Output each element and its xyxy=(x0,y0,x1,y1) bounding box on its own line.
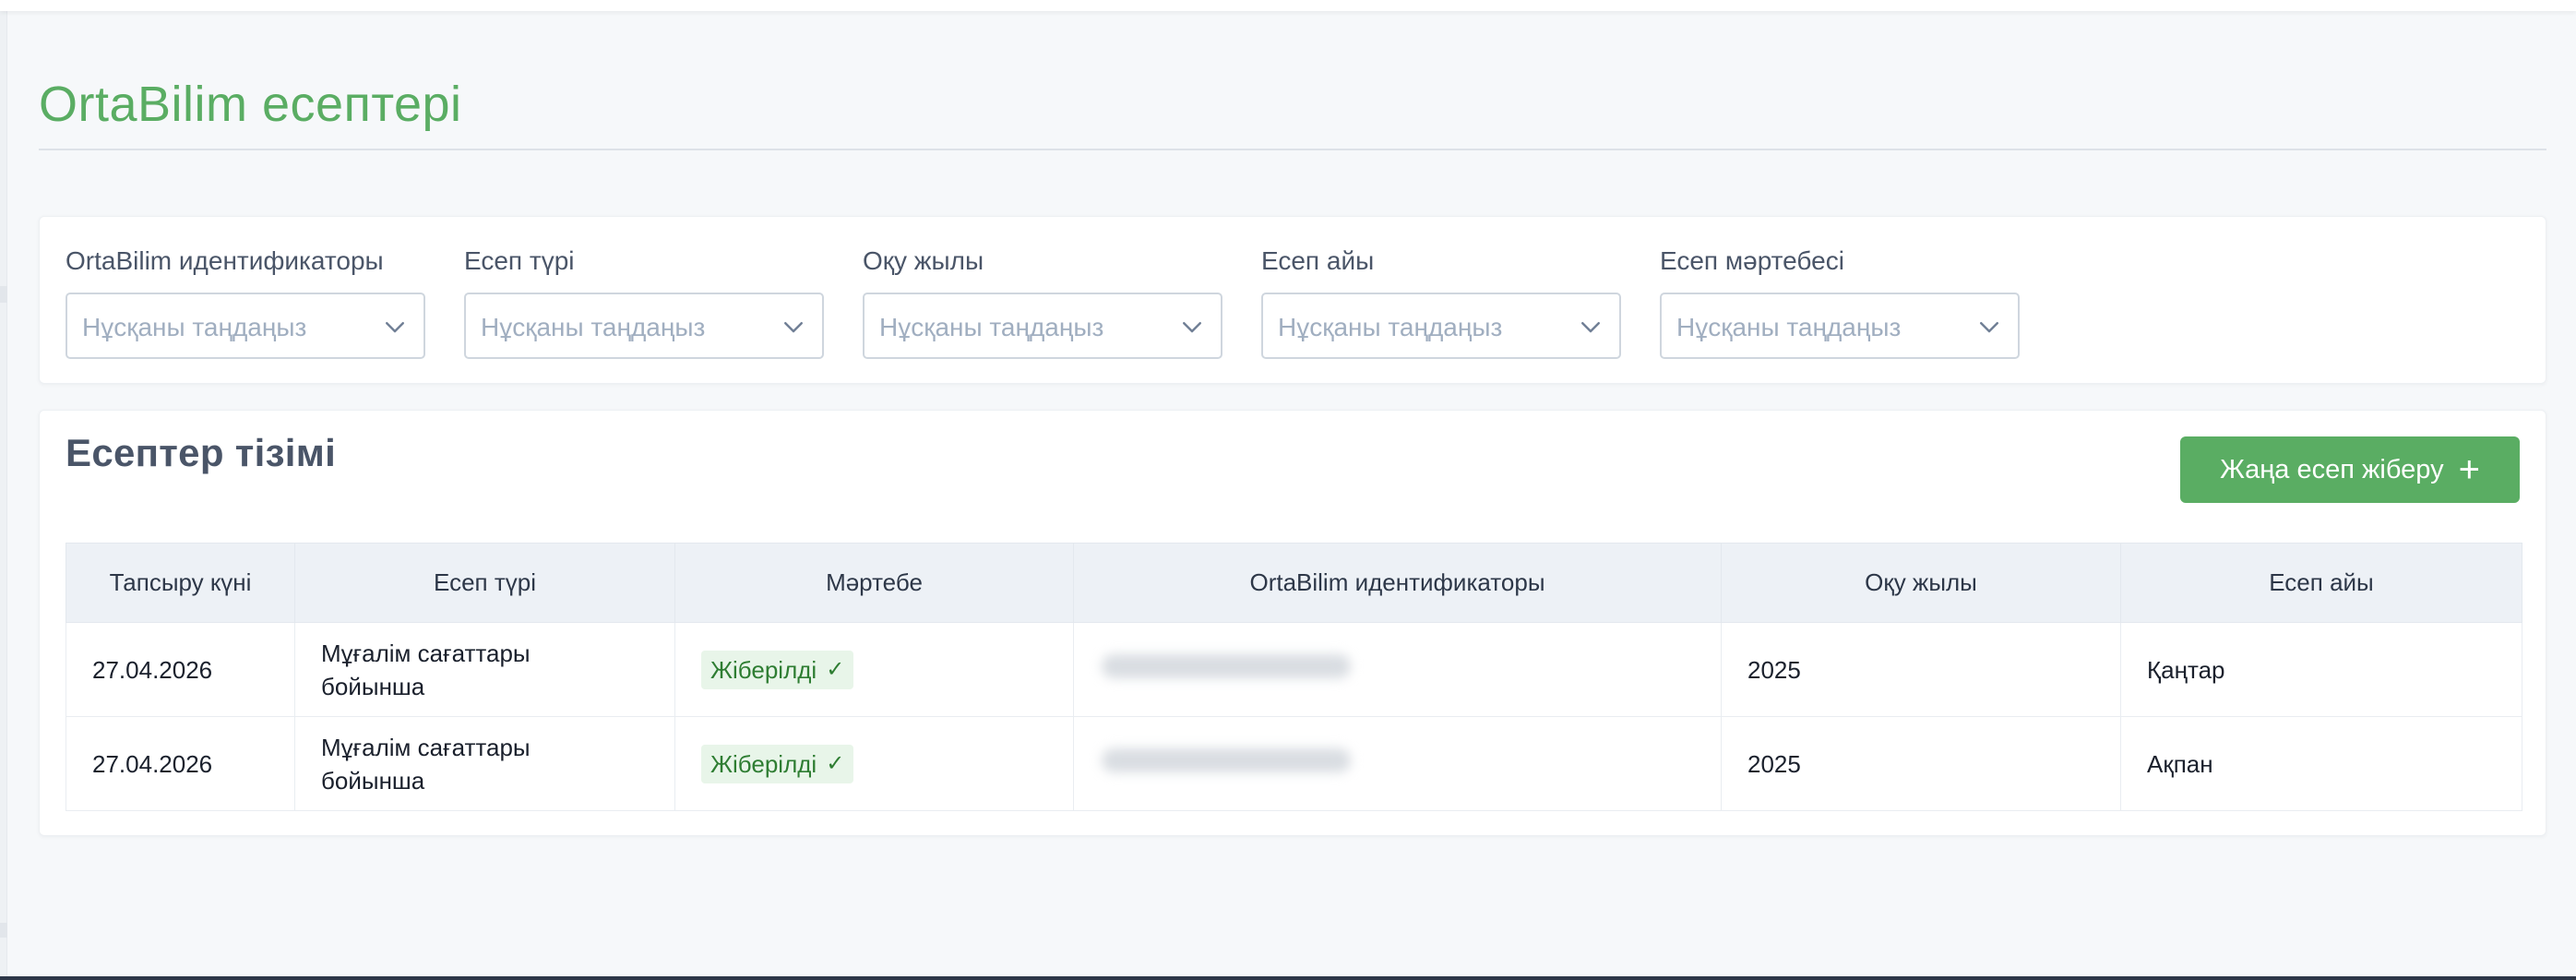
report-month-select[interactable]: Нұсқаны таңдаңыз xyxy=(1261,293,1621,359)
bottom-border xyxy=(0,976,2576,980)
redacted-id xyxy=(1102,747,1351,772)
select-placeholder: Нұсқаны таңдаңыз xyxy=(481,313,706,341)
table-header-row: Тапсыру күні Есеп түрі Мәртебе OrtaBilim… xyxy=(66,543,2522,623)
cell-year: 2025 xyxy=(1721,716,2121,811)
status-badge: Жіберілді ✓ xyxy=(701,744,854,783)
title-divider xyxy=(39,149,2546,150)
filter-label: Оқу жылы xyxy=(863,246,984,275)
chevron-down-icon xyxy=(1183,322,1201,333)
filter-label: Есеп айы xyxy=(1261,246,1375,275)
academic-year-select[interactable]: Нұсқаны таңдаңыз xyxy=(863,293,1222,359)
new-report-button[interactable]: Жаңа есеп жіберу + xyxy=(2180,436,2520,503)
reports-list-title: Есептер тізімі xyxy=(66,431,337,474)
chevron-down-icon xyxy=(386,322,404,333)
cell-month: Қаңтар xyxy=(2120,622,2522,717)
column-header-ortabilim-id[interactable]: OrtaBilim идентификаторы xyxy=(1073,543,1722,623)
left-edge xyxy=(0,0,7,980)
filter-label: Есеп мәртебесі xyxy=(1660,246,1844,275)
filter-label: Есеп түрі xyxy=(464,246,575,275)
cell-ortabilim-id xyxy=(1073,716,1722,811)
chevron-down-icon xyxy=(1980,322,1998,333)
column-header-type[interactable]: Есеп түрі xyxy=(294,543,675,623)
reports-panel: Есептер тізімі Жаңа есеп жіберу + Тапсыр… xyxy=(39,410,2546,836)
cell-date: 27.04.2026 xyxy=(66,716,295,811)
select-placeholder: Нұсқаны таңдаңыз xyxy=(1676,313,1902,341)
edge-mark xyxy=(0,286,7,303)
status-text: Жіберілді xyxy=(710,655,817,684)
column-header-date[interactable]: Тапсыру күні xyxy=(66,543,295,623)
filter-label: OrtaBilim идентификаторы xyxy=(66,246,384,275)
page-title: OrtaBilim есептері xyxy=(39,77,462,132)
status-text: Жіберілді xyxy=(710,749,817,778)
select-placeholder: Нұсқаны таңдаңыз xyxy=(82,313,307,341)
top-bar xyxy=(0,0,2576,11)
cell-month: Ақпан xyxy=(2120,716,2522,811)
cell-type: Мұғалім сағаттары бойынша xyxy=(294,622,675,717)
new-report-button-label: Жаңа есеп жіберу xyxy=(2220,454,2444,484)
filters-panel: OrtaBilim идентификаторы Нұсқаны таңдаңы… xyxy=(39,216,2546,384)
chevron-down-icon xyxy=(1581,322,1600,333)
cell-type: Мұғалім сағаттары бойынша xyxy=(294,716,675,811)
report-status-select[interactable]: Нұсқаны таңдаңыз xyxy=(1660,293,2020,359)
check-icon: ✓ xyxy=(826,750,845,776)
check-icon: ✓ xyxy=(826,656,845,682)
cell-status: Жіберілді ✓ xyxy=(674,622,1074,717)
select-placeholder: Нұсқаны таңдаңыз xyxy=(1278,313,1503,341)
filter-report-type: Есеп түрі Нұсқаны таңдаңыз xyxy=(464,245,824,359)
column-header-month[interactable]: Есеп айы xyxy=(2120,543,2522,623)
edge-mark xyxy=(0,923,7,938)
column-header-year[interactable]: Оқу жылы xyxy=(1721,543,2121,623)
plus-icon: + xyxy=(2458,449,2480,490)
report-type-select[interactable]: Нұсқаны таңдаңыз xyxy=(464,293,824,359)
select-placeholder: Нұсқаны таңдаңыз xyxy=(879,313,1104,341)
cell-status: Жіберілді ✓ xyxy=(674,716,1074,811)
ortabilim-id-select[interactable]: Нұсқаны таңдаңыз xyxy=(66,293,425,359)
table-row[interactable]: 27.04.2026 Мұғалім сағаттары бойынша Жіб… xyxy=(66,622,2522,717)
cell-year: 2025 xyxy=(1721,622,2121,717)
table-row[interactable]: 27.04.2026 Мұғалім сағаттары бойынша Жіб… xyxy=(66,716,2522,811)
column-header-status[interactable]: Мәртебе xyxy=(674,543,1074,623)
cell-date: 27.04.2026 xyxy=(66,622,295,717)
filter-academic-year: Оқу жылы Нұсқаны таңдаңыз xyxy=(863,245,1222,359)
reports-table: Тапсыру күні Есеп түрі Мәртебе OrtaBilim… xyxy=(66,543,2522,811)
filter-report-status: Есеп мәртебесі Нұсқаны таңдаңыз xyxy=(1660,245,2020,359)
status-badge: Жіберілді ✓ xyxy=(701,650,854,689)
cell-ortabilim-id xyxy=(1073,622,1722,717)
filter-ortabilim-id: OrtaBilim идентификаторы Нұсқаны таңдаңы… xyxy=(66,245,425,359)
chevron-down-icon xyxy=(784,322,803,333)
redacted-id xyxy=(1102,653,1351,678)
filter-report-month: Есеп айы Нұсқаны таңдаңыз xyxy=(1261,245,1621,359)
